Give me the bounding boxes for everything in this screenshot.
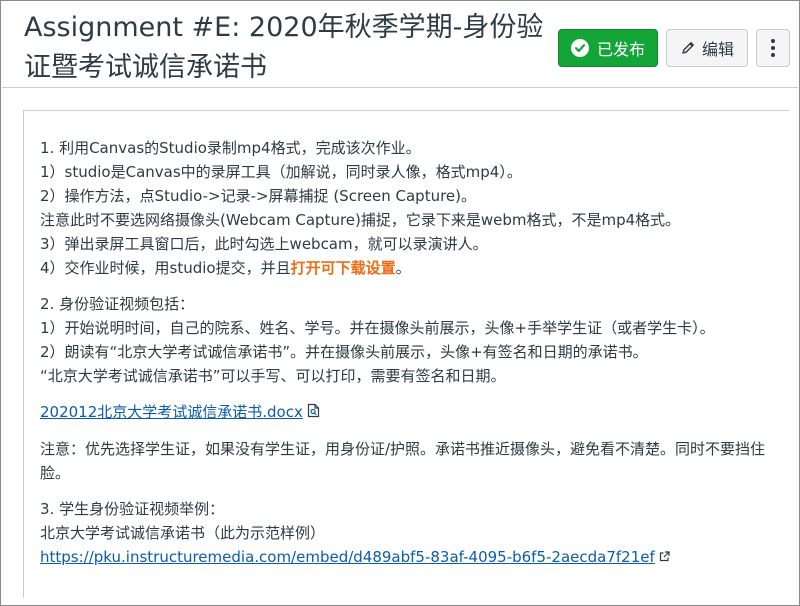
section1-line3: 注意此时不要选网络摄像头(Webcam Capture)捕捉，它录下来是webm… [40, 211, 681, 229]
section1-line4: 3）弹出录屏工具窗口后，此时勾选上webcam，就可以录演讲人。 [40, 235, 488, 253]
section1-line5: 4）交作业时候，用studio提交，并且打开可下载设置。 [40, 256, 785, 280]
assignment-description: 1. 利用Canvas的Studio录制mp4格式，完成该次作业。 1）stud… [40, 136, 785, 581]
section2-line1: 1）开始说明时间，自己的院系、姓名、学号。并在摄像头前展示，头像+手举学生证（或… [40, 319, 715, 337]
download-setting-highlight: 打开可下载设置 [290, 259, 396, 277]
section2-line2: 2）朗读有“北京大学考试诚信承诺书”。并在摄像头前展示，头像+有签名和日期的承诺… [40, 343, 648, 361]
example-url-line: https://pku.instructuremedia.com/embed/d… [40, 545, 785, 570]
note-paragraph: 注意：优先选择学生证，如果没有学生证，用身份证/护照。承诺书推近摄像头，避免看不… [40, 439, 766, 482]
header-divider [2, 87, 798, 88]
section1-line5-suffix: 。 [395, 259, 411, 277]
example-video-link[interactable]: https://pku.instructuremedia.com/embed/d… [40, 548, 655, 566]
section-example: 3. 学生身份验证视频举例： 北京大学考试诚信承诺书（此为示范样例） https… [40, 497, 785, 570]
pencil-icon [680, 40, 696, 56]
section-identity-video: 2. 身份验证视频包括： 1）开始说明时间，自己的院系、姓名、学号。并在摄像头前… [40, 292, 785, 388]
section3-heading: 3. 学生身份验证视频举例： [40, 499, 225, 518]
section3-line1: 北京大学考试诚信承诺书（此为示范样例） [40, 523, 326, 542]
published-button[interactable]: 已发布 [558, 29, 658, 67]
section1-line5-prefix: 4）交作业时候，用studio提交，并且 [40, 259, 291, 277]
attachment-link[interactable]: 202012北京大学考试诚信承诺书.docx [40, 403, 303, 421]
section-studio: 1. 利用Canvas的Studio录制mp4格式，完成该次作业。 1）stud… [40, 136, 785, 280]
section1-line2: 2）操作方法，点Studio->记录->屏幕捕捉 (Screen Capture… [40, 187, 477, 205]
edit-label: 编辑 [701, 40, 734, 59]
attachment: 202012北京大学考试诚信承诺书.docx [40, 400, 785, 425]
section1-heading: 1. 利用Canvas的Studio录制mp4格式，完成该次作业。 [40, 139, 421, 157]
external-link-icon [659, 545, 670, 569]
more-options-button[interactable] [756, 29, 790, 67]
section1-line1: 1）studio是Canvas中的录屏工具（加解说，同时录人像，格式mp4）。 [40, 163, 522, 181]
published-label: 已发布 [596, 40, 645, 59]
edit-button[interactable]: 编辑 [666, 29, 748, 67]
check-circle-icon [570, 39, 589, 57]
document-preview-icon[interactable] [307, 401, 320, 425]
section2-heading: 2. 身份验证视频包括： [40, 295, 195, 313]
kebab-icon [771, 39, 775, 57]
page-title: Assignment #E: 2020年秋季学期-身份验证暨考试诚信承诺书 [24, 12, 544, 83]
section2-line3: “北京大学考试诚信承诺书”可以手写、可以打印，需要有签名和日期。 [40, 367, 506, 385]
